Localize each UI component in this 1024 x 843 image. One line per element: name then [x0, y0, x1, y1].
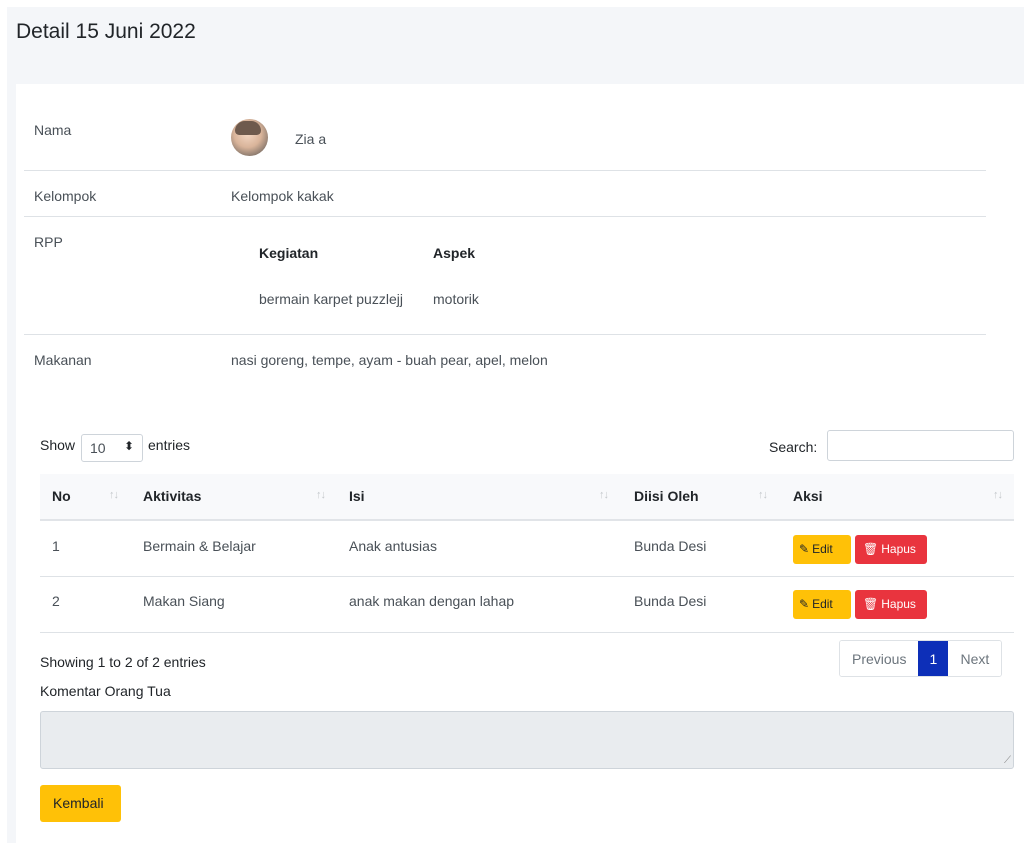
- nama-value: Zia a: [295, 131, 327, 147]
- column-header-aktivitas[interactable]: Aktivitas: [143, 488, 201, 504]
- table-row: 2 Makan Siang anak makan dengan lahap Bu…: [40, 577, 1014, 633]
- rpp-cell-aspek: motorik: [433, 291, 479, 307]
- detail-row-makanan: Makanan nasi goreng, tempe, ayam - buah …: [24, 334, 986, 384]
- search-input[interactable]: [827, 430, 1014, 461]
- cell-diisi-oleh: Bunda Desi: [634, 538, 707, 554]
- sort-icon: ↑↓: [316, 489, 326, 501]
- entries-select[interactable]: 10 ⬍: [81, 434, 143, 462]
- makanan-label: Makanan: [34, 352, 92, 368]
- entries-label: entries: [148, 437, 191, 453]
- edit-icon: ✎: [799, 542, 810, 556]
- avatar-hair: [235, 121, 261, 135]
- column-header-isi[interactable]: Isi: [349, 488, 365, 504]
- kelompok-value: Kelompok kakak: [231, 188, 334, 204]
- edit-label: Edit: [812, 597, 833, 611]
- nama-label: Nama: [34, 122, 72, 138]
- show-label: Show: [40, 437, 76, 453]
- kembali-button[interactable]: Kembali: [40, 785, 121, 822]
- detail-row-rpp: RPP Kegiatan Aspek bermain karpet puzzle…: [24, 216, 986, 335]
- column-header-aksi[interactable]: Aksi: [793, 488, 823, 504]
- column-header-diisi-oleh[interactable]: Diisi Oleh: [634, 488, 699, 504]
- resize-grip-icon[interactable]: ⟋: [1004, 755, 1011, 766]
- entries-select-value: 10: [90, 440, 106, 456]
- search-label: Search:: [769, 439, 818, 455]
- rpp-header-aspek: Aspek: [433, 245, 476, 261]
- hapus-button[interactable]: 🗑 Hapus: [855, 590, 927, 619]
- sort-icon: ↑↓: [993, 489, 1003, 501]
- edit-button[interactable]: ✎ Edit: [793, 535, 851, 564]
- cell-no: 2: [52, 593, 60, 609]
- komentar-textarea[interactable]: ⟋: [40, 711, 1014, 769]
- cell-aktivitas: Bermain & Belajar: [143, 538, 256, 554]
- cell-diisi-oleh: Bunda Desi: [634, 593, 707, 609]
- column-header-no[interactable]: No: [52, 488, 71, 504]
- komentar-label: Komentar Orang Tua: [40, 683, 171, 699]
- hapus-label: Hapus: [881, 597, 916, 611]
- cell-isi: Anak antusias: [349, 538, 437, 554]
- cell-aktivitas: Makan Siang: [143, 593, 225, 609]
- table-info: Showing 1 to 2 of 2 entries: [40, 654, 206, 670]
- pagination-page-1[interactable]: 1: [918, 641, 949, 676]
- pagination: Previous 1 Next: [839, 640, 1003, 677]
- cell-isi: anak makan dengan lahap: [349, 593, 515, 609]
- edit-icon: ✎: [799, 597, 810, 611]
- detail-row-nama: Nama: [24, 104, 986, 171]
- avatar: [231, 119, 268, 156]
- rpp-cell-kegiatan: bermain karpet puzzlejj: [259, 291, 403, 307]
- trash-icon: 🗑: [863, 597, 879, 611]
- page-title: Detail 15 Juni 2022: [16, 20, 196, 43]
- sort-icon: ↑↓: [758, 489, 768, 501]
- sort-icon: ↑↓: [109, 489, 119, 501]
- table-row: 1 Bermain & Belajar Anak antusias Bunda …: [40, 521, 1014, 577]
- rpp-label: RPP: [34, 234, 63, 250]
- pagination-next[interactable]: Next: [948, 641, 1002, 676]
- pagination-previous[interactable]: Previous: [840, 641, 919, 676]
- makanan-value: nasi goreng, tempe, ayam - buah pear, ap…: [231, 352, 548, 368]
- hapus-button[interactable]: 🗑 Hapus: [855, 535, 927, 564]
- sort-icon: ↑↓: [599, 489, 609, 501]
- detail-row-kelompok: Kelompok Kelompok kakak: [24, 170, 986, 217]
- trash-icon: 🗑: [863, 542, 879, 556]
- select-caret-icon: ⬍: [123, 439, 134, 453]
- kelompok-label: Kelompok: [34, 188, 97, 204]
- hapus-label: Hapus: [881, 542, 916, 556]
- edit-label: Edit: [812, 542, 833, 556]
- cell-no: 1: [52, 538, 60, 554]
- rpp-header-kegiatan: Kegiatan: [259, 245, 319, 261]
- edit-button[interactable]: ✎ Edit: [793, 590, 851, 619]
